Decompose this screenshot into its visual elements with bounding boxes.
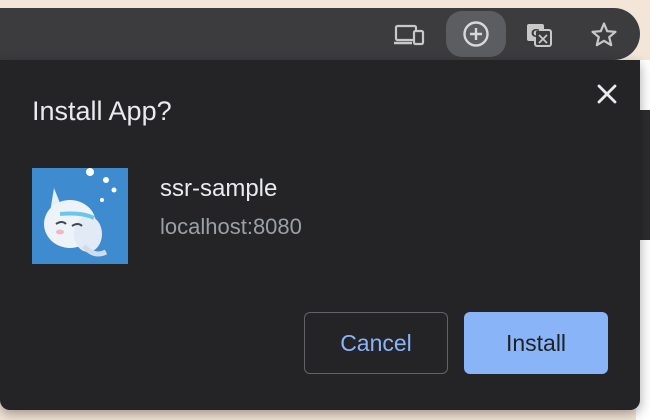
install-app-dialog: Install App? ssr-sample localhost:8080 C… [0, 60, 640, 410]
app-icon [32, 168, 128, 264]
star-icon[interactable] [588, 19, 620, 51]
close-icon [597, 84, 617, 104]
translate-icon[interactable]: G [523, 19, 555, 51]
app-name: ssr-sample [160, 175, 278, 202]
devices-icon[interactable] [394, 19, 426, 51]
browser-toolbar: G [0, 8, 640, 60]
install-button[interactable]: Install [464, 312, 608, 374]
close-button[interactable] [591, 78, 623, 110]
cancel-button[interactable]: Cancel [304, 312, 448, 374]
dialog-title: Install App? [32, 96, 172, 126]
svg-text:G: G [531, 27, 540, 40]
app-origin: localhost:8080 [160, 214, 302, 239]
install-app-icon[interactable] [446, 11, 506, 57]
